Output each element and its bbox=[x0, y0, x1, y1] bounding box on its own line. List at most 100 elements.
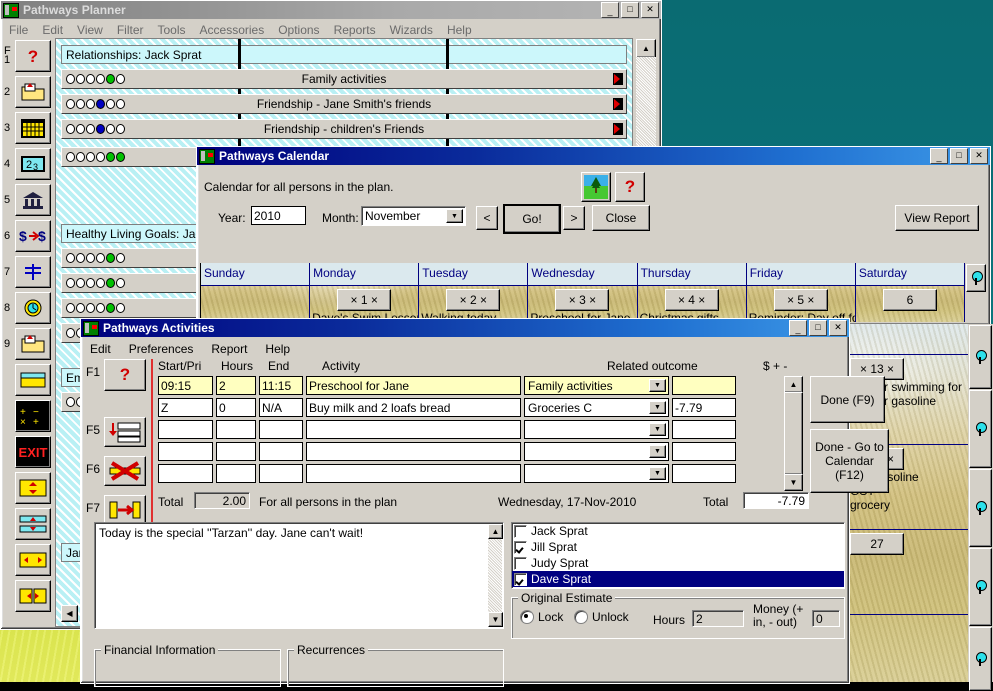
play-arrow-icon[interactable] bbox=[613, 123, 623, 135]
activities-menubar[interactable]: Edit Preferences Report Help bbox=[84, 340, 846, 357]
activities-titlebar[interactable]: Pathways Activities _ □ ✕ bbox=[81, 319, 849, 337]
row3-end-input[interactable] bbox=[259, 420, 303, 439]
list-item[interactable]: Jill Sprat bbox=[512, 539, 844, 555]
calendar-pin-button[interactable] bbox=[966, 264, 986, 292]
list-item[interactable]: Dave Sprat bbox=[512, 571, 844, 587]
checkbox[interactable] bbox=[514, 572, 527, 586]
planner-tool-11[interactable]: + − × + bbox=[3, 398, 53, 434]
row2-activity-input[interactable] bbox=[306, 398, 521, 417]
day-number-button[interactable]: 27 bbox=[850, 533, 904, 555]
planner-menu-options[interactable]: Options bbox=[278, 23, 319, 37]
notes-textarea[interactable]: Today is the special ''Tarzan'' day. Jan… bbox=[94, 522, 504, 629]
planner-menu-wizards[interactable]: Wizards bbox=[390, 23, 433, 37]
year-input[interactable] bbox=[251, 206, 306, 225]
help-button[interactable]: ? bbox=[104, 359, 146, 391]
exit-icon[interactable]: EXIT bbox=[15, 436, 51, 468]
planner-tool-8[interactable]: 8 bbox=[3, 290, 53, 326]
calendar-pin-button[interactable] bbox=[969, 325, 992, 389]
day-number-button[interactable]: × 5 × bbox=[773, 289, 828, 311]
planner-tool-15[interactable] bbox=[3, 542, 53, 578]
row1-end-input[interactable] bbox=[259, 376, 303, 395]
row5-money-input[interactable] bbox=[672, 464, 736, 483]
activities-menu-edit[interactable]: Edit bbox=[90, 342, 111, 356]
row5-activity-input[interactable] bbox=[306, 464, 521, 483]
month-select[interactable]: November ▼ bbox=[361, 206, 466, 226]
view-report-button[interactable]: View Report bbox=[895, 205, 979, 231]
day-number-button[interactable]: × 3 × bbox=[555, 289, 610, 311]
planner-menu-edit[interactable]: Edit bbox=[42, 23, 63, 37]
row3-money-input[interactable] bbox=[672, 420, 736, 439]
planner-menu-accessories[interactable]: Accessories bbox=[200, 23, 265, 37]
activities-maximize-button[interactable]: □ bbox=[809, 320, 827, 336]
row4-hours-input[interactable] bbox=[216, 442, 256, 461]
radio-lock[interactable] bbox=[520, 610, 534, 624]
calendar-cell[interactable]: 6 bbox=[855, 285, 965, 322]
planner-menu-tools[interactable]: Tools bbox=[158, 23, 186, 37]
planner-tool-10[interactable] bbox=[3, 362, 53, 398]
activities-close-button[interactable]: ✕ bbox=[829, 320, 847, 336]
planner-bar[interactable]: Friendship - children's Friends bbox=[61, 119, 627, 139]
scroll-up-button[interactable]: ▲ bbox=[488, 524, 503, 539]
yellow-tray-icon[interactable] bbox=[15, 364, 51, 396]
planner-hscroll-left-button[interactable]: ◀ bbox=[61, 605, 78, 622]
planner-menu-view[interactable]: View bbox=[77, 23, 103, 37]
planner-tool-3[interactable]: 3 bbox=[3, 110, 53, 146]
planner-tool-9[interactable]: 9 bbox=[3, 326, 53, 362]
row5-hours-input[interactable] bbox=[216, 464, 256, 483]
planner-close-button[interactable]: ✕ bbox=[641, 2, 659, 18]
chevron-down-icon[interactable]: ▼ bbox=[446, 209, 463, 223]
expand-vertical-icon[interactable] bbox=[15, 472, 51, 504]
calendar-cell[interactable]: × 3 × Preschool for Jane bbox=[528, 285, 638, 322]
row1-outcome-select[interactable]: Family activities ▼ bbox=[524, 376, 669, 395]
calendar-event[interactable]: grocery bbox=[850, 498, 919, 512]
activities-menu-help[interactable]: Help bbox=[265, 342, 290, 356]
planner-tool-14[interactable] bbox=[3, 506, 53, 542]
planner-menu-file[interactable]: File bbox=[9, 23, 28, 37]
calendar-minimize-button[interactable]: _ bbox=[930, 148, 948, 164]
prev-month-button[interactable]: < bbox=[476, 206, 498, 230]
row1-money-input[interactable] bbox=[672, 376, 736, 395]
checkbox[interactable] bbox=[514, 556, 527, 570]
clock-icon[interactable] bbox=[15, 292, 51, 324]
day-number-button[interactable]: × 1 × bbox=[337, 289, 392, 311]
row3-start-input[interactable] bbox=[158, 420, 213, 439]
planner-tool-13[interactable] bbox=[3, 470, 53, 506]
insert-row-icon[interactable] bbox=[104, 417, 146, 447]
row4-start-input[interactable] bbox=[158, 442, 213, 461]
delete-row-icon[interactable] bbox=[104, 456, 146, 486]
activities-menu-preferences[interactable]: Preferences bbox=[129, 342, 194, 356]
calendar-pin-button[interactable] bbox=[969, 469, 992, 547]
money-transfer-icon[interactable]: $ $ bbox=[15, 220, 51, 252]
day-number-button[interactable]: × 2 × bbox=[446, 289, 501, 311]
notes-scrollbar[interactable]: ▲ ▼ bbox=[488, 524, 503, 627]
chevron-down-icon[interactable]: ▼ bbox=[649, 401, 666, 414]
move-row-icon[interactable] bbox=[104, 495, 146, 525]
calendar-help-button[interactable]: ? bbox=[615, 172, 645, 202]
checkbox[interactable] bbox=[514, 524, 527, 538]
estimate-hours-value[interactable]: 2 bbox=[692, 610, 744, 627]
planner-tool-7[interactable]: 7 bbox=[3, 254, 53, 290]
row3-activity-input[interactable] bbox=[306, 420, 521, 439]
day-number-button[interactable]: 6 bbox=[882, 289, 937, 311]
row4-end-input[interactable] bbox=[259, 442, 303, 461]
calendar-grid-icon[interactable] bbox=[15, 112, 51, 144]
tree-picture-icon[interactable] bbox=[581, 172, 611, 202]
calendar-cell[interactable] bbox=[201, 285, 311, 322]
scroll-down-button[interactable]: ▼ bbox=[784, 474, 803, 491]
next-month-button[interactable]: > bbox=[563, 206, 585, 230]
done-button[interactable]: Done (F9) bbox=[810, 376, 885, 423]
row2-outcome-select[interactable]: Groceries C ▼ bbox=[524, 398, 669, 417]
flag-pole-icon[interactable] bbox=[15, 256, 51, 288]
planner-bar[interactable]: Friendship - Jane Smith's friends bbox=[61, 94, 627, 114]
planner-tool-12[interactable]: EXIT bbox=[3, 434, 53, 470]
row5-end-input[interactable] bbox=[259, 464, 303, 483]
scroll-up-button[interactable]: ▲ bbox=[636, 39, 656, 58]
persons-checklist[interactable]: Jack Sprat Jill Sprat Judy Sprat Dave Sp… bbox=[511, 522, 845, 589]
unlock-radio-option[interactable]: Unlock bbox=[574, 610, 629, 624]
planner-tool-4[interactable]: 4 23 bbox=[3, 146, 53, 182]
row4-activity-input[interactable] bbox=[306, 442, 521, 461]
chevron-down-icon[interactable]: ▼ bbox=[649, 423, 666, 436]
collapse-horizontal-icon[interactable] bbox=[15, 580, 51, 612]
calendar-pin-button[interactable] bbox=[969, 627, 992, 691]
row4-money-input[interactable] bbox=[672, 442, 736, 461]
